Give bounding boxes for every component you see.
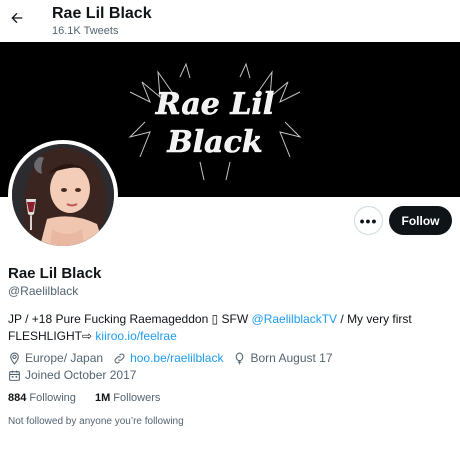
following-label: Following — [29, 392, 76, 404]
avatar[interactable] — [8, 140, 118, 250]
follow-button[interactable]: Follow — [389, 206, 452, 235]
balloon-icon — [236, 352, 244, 365]
profile-bio: JP / +18 Pure Fucking Raemageddon ▯ SFW … — [8, 311, 448, 345]
back-button[interactable] — [6, 7, 28, 29]
profile-handle: @Raelilblack — [8, 284, 79, 298]
location-item: Europe/ Japan — [8, 351, 103, 365]
avatar-image — [12, 144, 114, 246]
banner-logo-line2: Black — [166, 125, 262, 160]
bio-mention-link[interactable]: @RaelilblackTV — [252, 312, 338, 326]
joined-text: Joined October 2017 — [25, 368, 137, 382]
following-stat[interactable]: 884 Following — [8, 392, 76, 404]
bio-text-1: JP / +18 Pure Fucking Raemageddon ▯ SFW — [8, 312, 252, 326]
banner-logo: Rae Lil Black — [128, 62, 302, 181]
banner-logo-line1: Rae Lil — [155, 87, 274, 122]
profile-name: Rae Lil Black — [8, 265, 102, 282]
header-title: Rae Lil Black — [52, 5, 152, 22]
link-icon — [114, 353, 125, 363]
profile-header: Rae Lil Black 16.1K Tweets — [0, 0, 460, 42]
birthday-item: Born August 17 — [233, 351, 333, 365]
joined-item: Joined October 2017 — [8, 368, 136, 382]
location-pin-icon — [10, 352, 19, 365]
website-item[interactable]: hoo.be/raelilblack — [113, 351, 223, 365]
followers-stat[interactable]: 1M Followers — [95, 392, 160, 404]
followers-count: 1M — [94, 392, 111, 404]
more-icon: ••• — [359, 212, 378, 229]
website-link[interactable]: hoo.be/raelilblack — [130, 351, 223, 365]
location-text: Europe/ Japan — [25, 351, 104, 365]
followers-label: Followers — [113, 392, 161, 404]
followed-by-note: Not followed by anyone you’re following — [8, 416, 184, 427]
bio-url-link[interactable]: kiiroo.io/feelrae — [95, 329, 176, 343]
arrow-left-icon — [11, 12, 23, 24]
following-count: 884 — [8, 392, 27, 404]
tweet-count: 16.1K Tweets — [52, 25, 119, 37]
profile-meta-row-2: Joined October 2017 — [8, 368, 146, 382]
more-options-button[interactable]: ••• — [354, 206, 383, 235]
profile-meta-row-1: Europe/ Japan hoo.be/raelilblack Born Au… — [8, 351, 343, 365]
birthday-text: Born August 17 — [250, 351, 333, 365]
follow-stats: 884 Following 1M Followers — [8, 392, 176, 404]
calendar-icon — [9, 370, 20, 381]
